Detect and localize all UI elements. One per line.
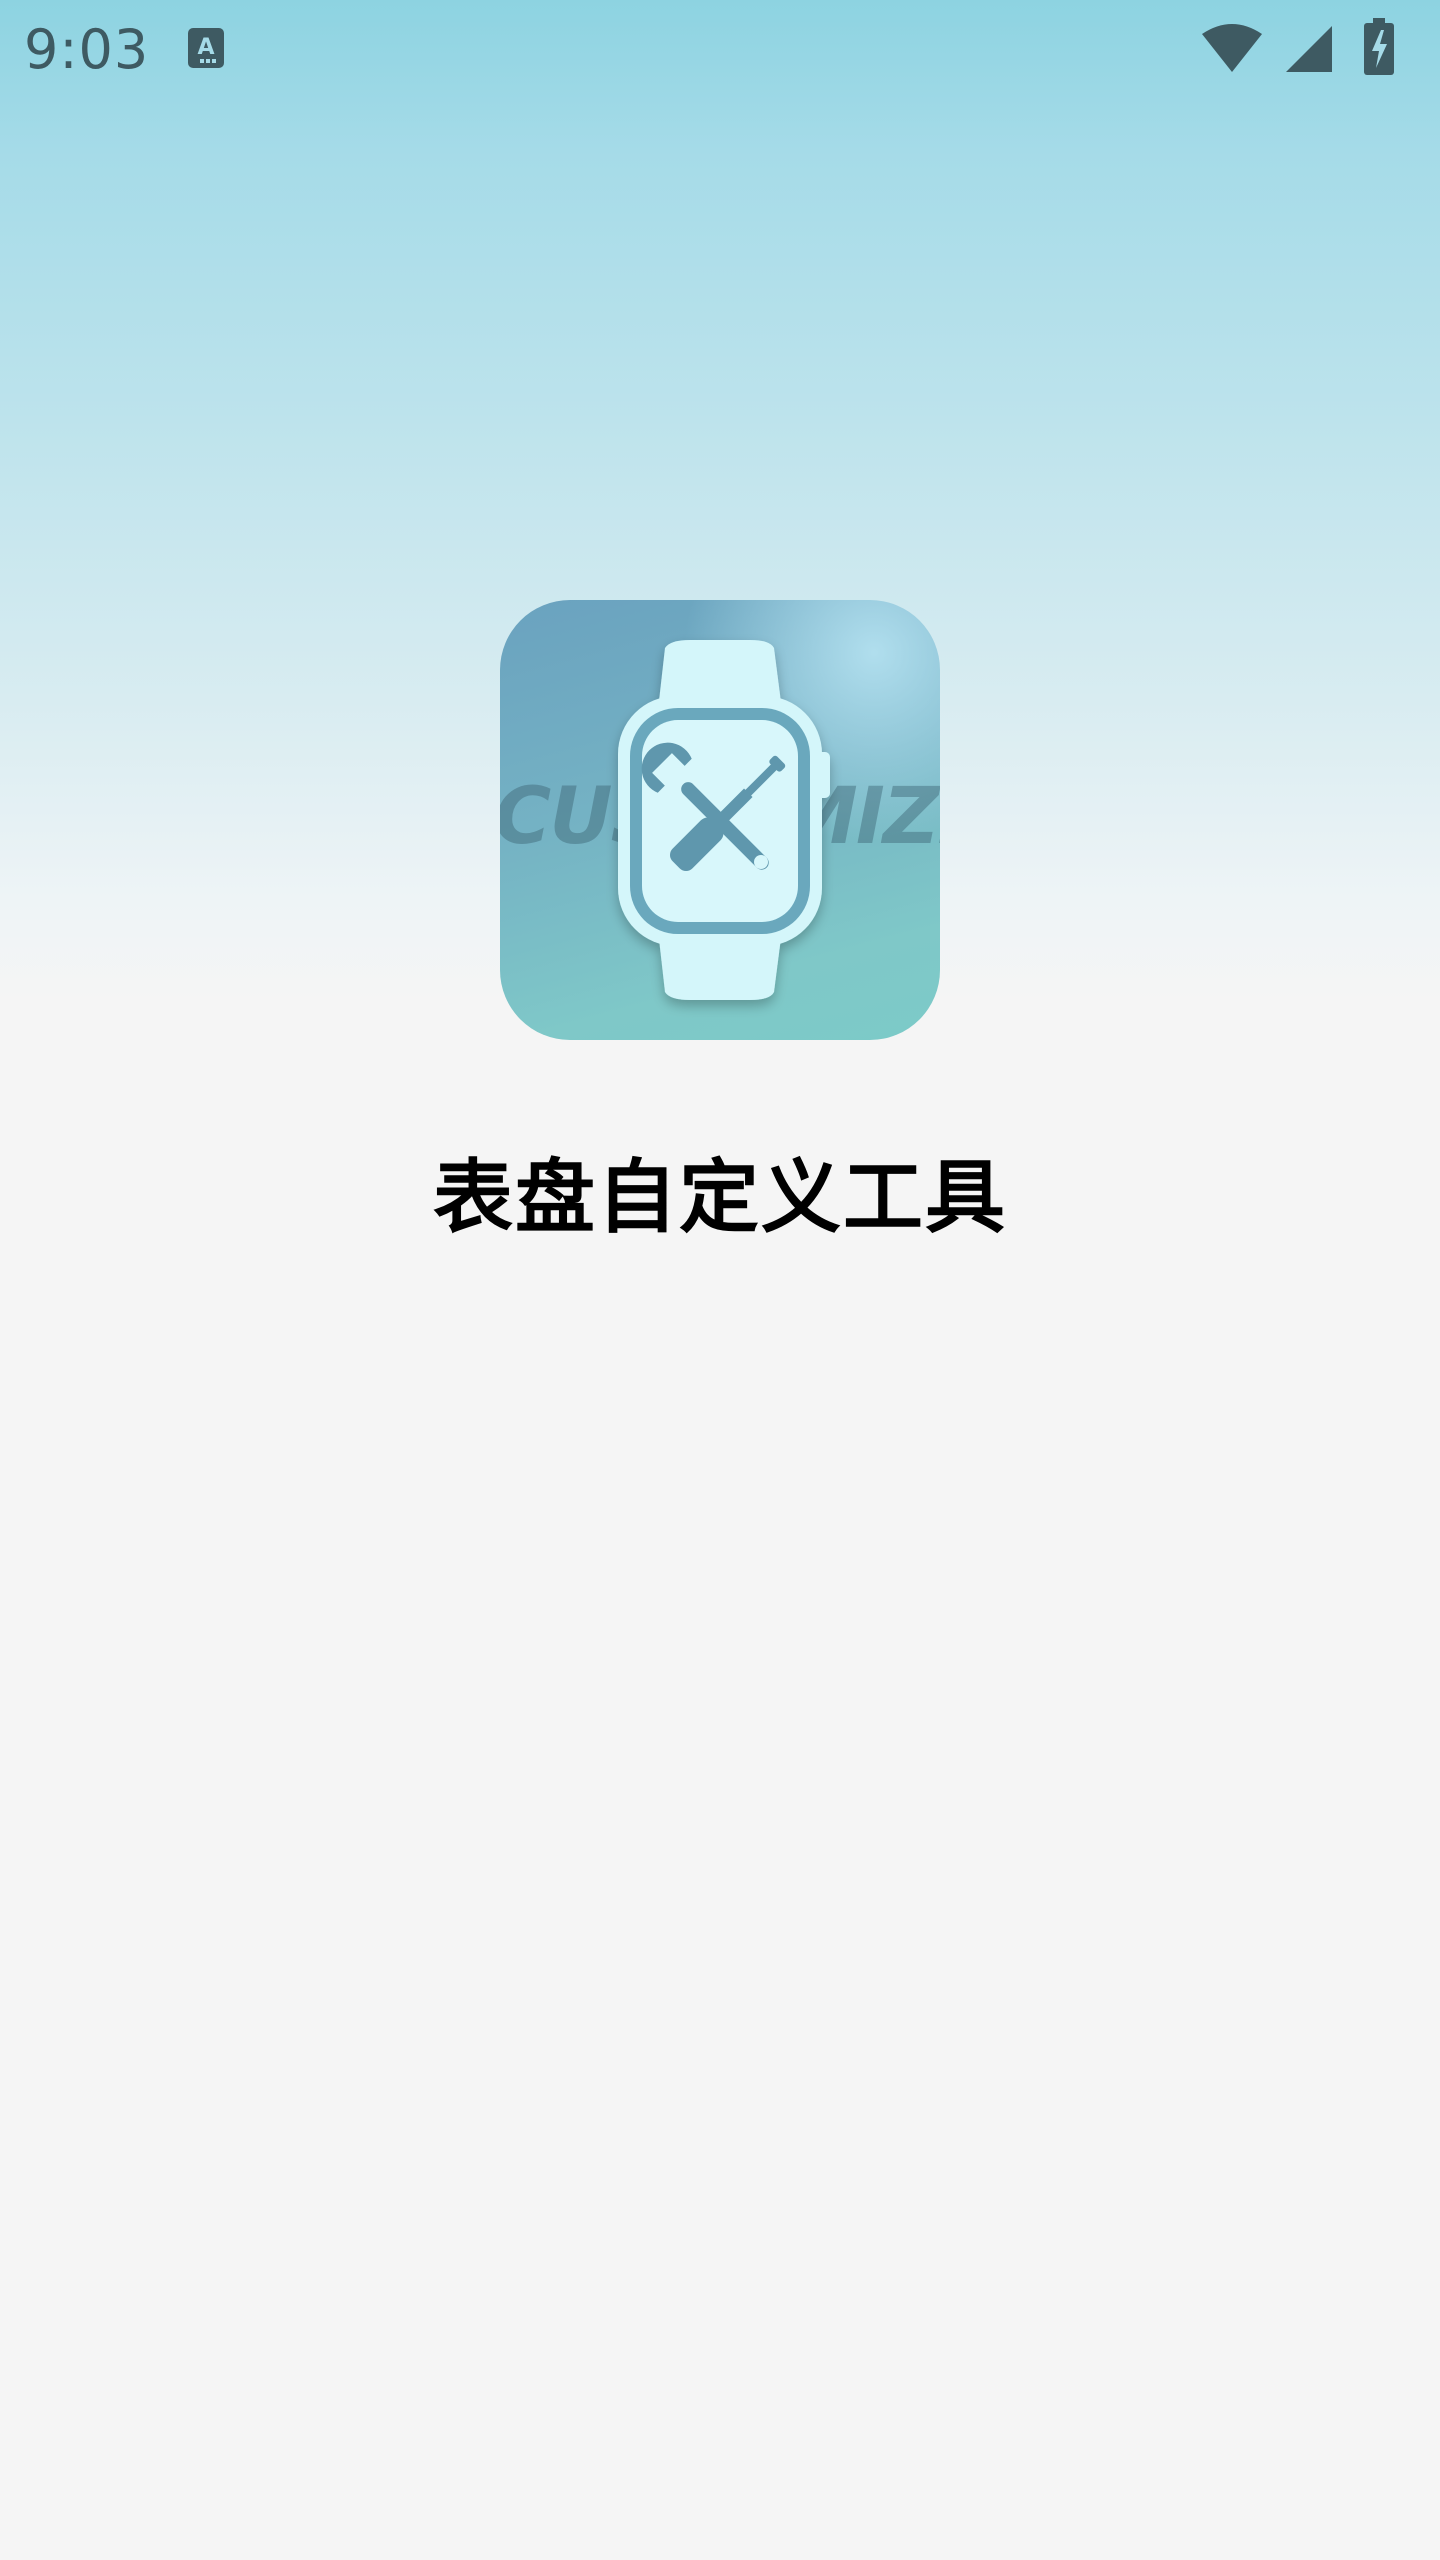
splash-screen: 9:03 A CUSTOMIZE [0, 0, 1440, 2560]
status-icons [1200, 18, 1420, 78]
wifi-icon [1202, 24, 1262, 72]
svg-text:A: A [197, 35, 214, 60]
a-text-icon: A [188, 28, 224, 68]
app-icon: CUSTOMIZE [500, 600, 940, 1040]
battery-charging-icon [1364, 18, 1394, 75]
app-title: 表盘自定义工具 [433, 1151, 1007, 1244]
status-time: 9:03 [24, 18, 150, 81]
cell-signal-icon [1286, 26, 1332, 72]
status-bar: 9:03 A [0, 0, 1440, 100]
watch-tools-icon [618, 640, 830, 1000]
